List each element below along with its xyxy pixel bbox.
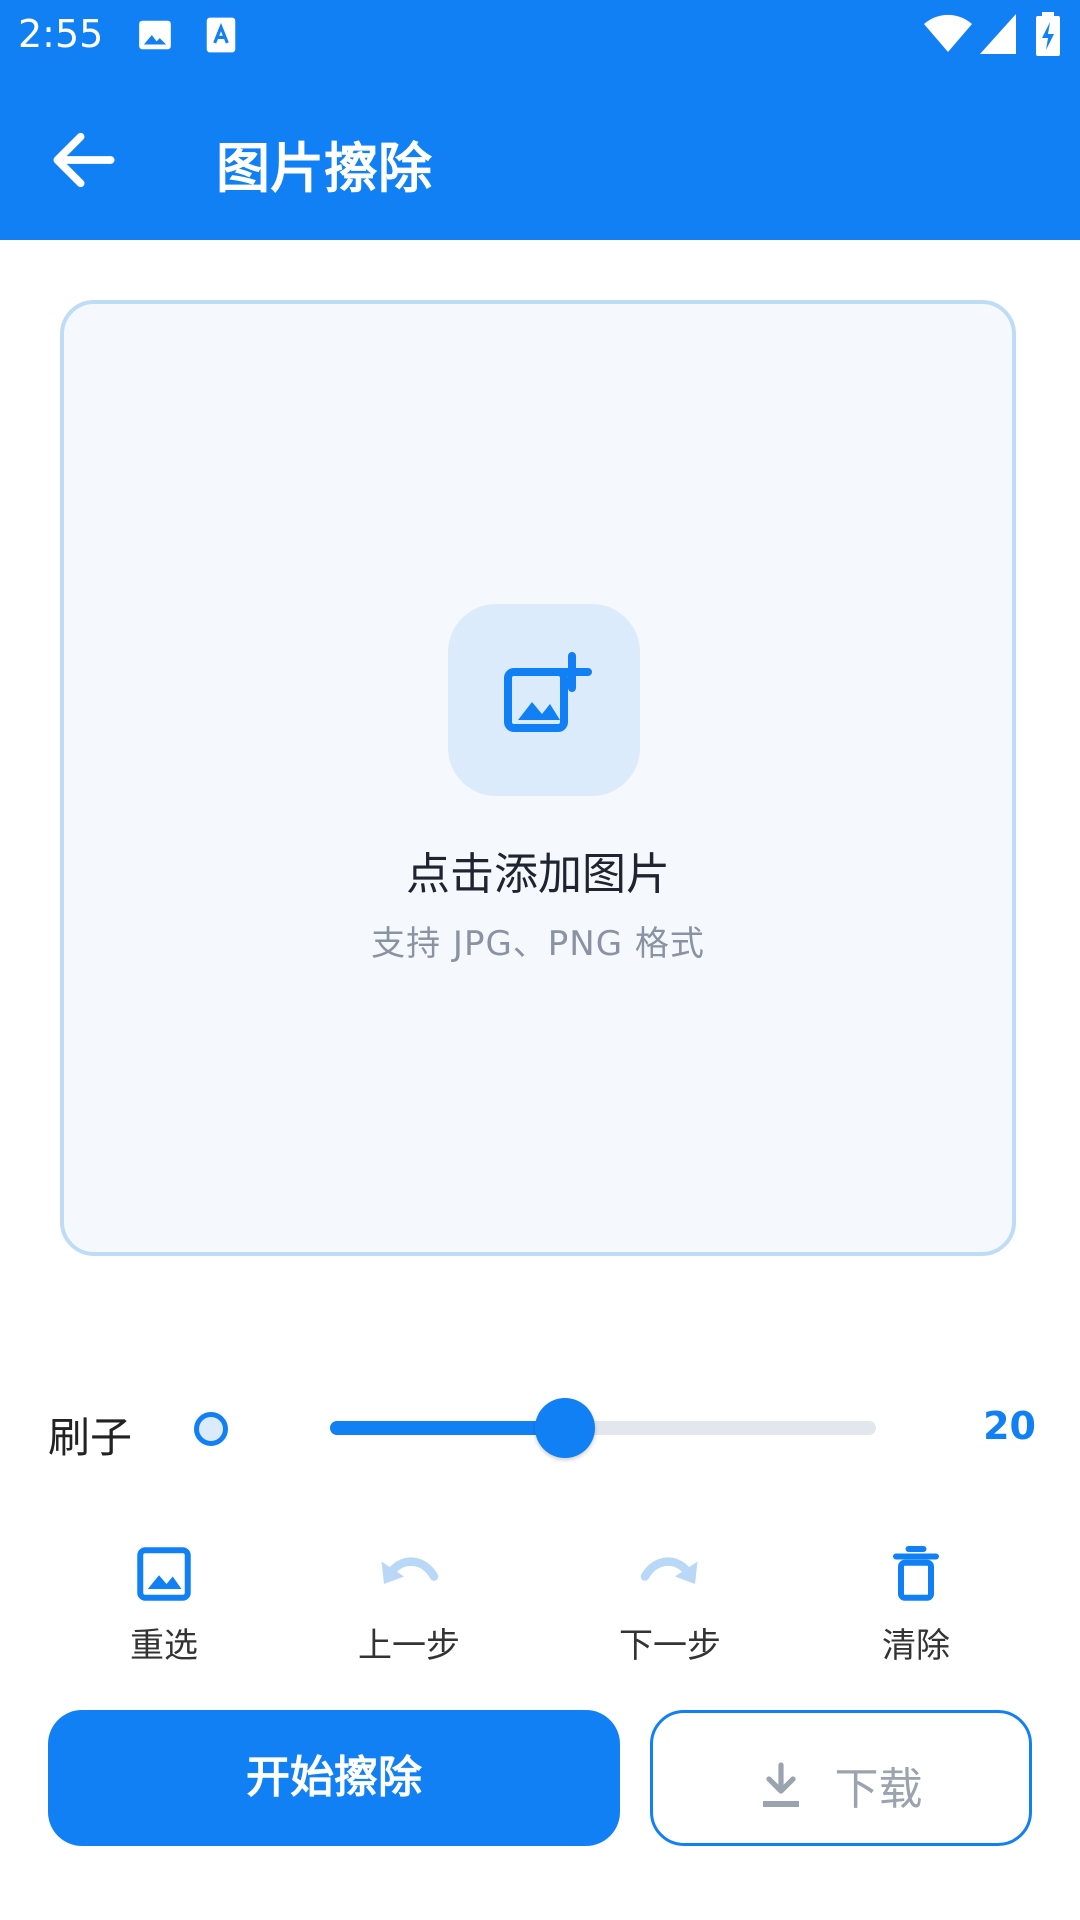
clear-label: 清除	[882, 1626, 950, 1666]
arrow-left-icon	[53, 132, 115, 188]
page-title: 图片擦除	[216, 137, 432, 200]
slider-fill	[330, 1421, 565, 1435]
brush-size-slider[interactable]	[330, 1398, 876, 1458]
image-icon	[137, 1547, 191, 1601]
app-bar: 图片擦除	[0, 72, 1080, 240]
reselect-button[interactable]: 重选	[64, 1544, 264, 1674]
clear-button[interactable]: 清除	[816, 1544, 1016, 1674]
add-photo-icon	[504, 652, 592, 732]
supported-formats-text: 支持 JPG、PNG 格式	[371, 924, 705, 964]
reselect-label: 重选	[130, 1626, 198, 1666]
download-icon	[763, 1762, 800, 1807]
add-image-title: 点击添加图片	[406, 849, 670, 900]
slider-thumb[interactable]	[534, 1398, 595, 1458]
trash-icon	[893, 1546, 939, 1601]
image-canvas[interactable]: 点击添加图片 支持 JPG、PNG 格式	[60, 300, 1016, 1256]
redo-button[interactable]: 下一步	[570, 1544, 770, 1674]
back-button[interactable]	[44, 120, 124, 200]
start-erase-button[interactable]: 开始擦除	[48, 1710, 620, 1846]
undo-button[interactable]: 上一步	[309, 1544, 509, 1674]
gallery-notification-icon	[136, 16, 174, 58]
brush-size-value: 20	[983, 1404, 1036, 1448]
text-notification-icon	[204, 16, 238, 58]
redo-icon	[640, 1557, 698, 1584]
brush-size-preview	[194, 1412, 228, 1446]
download-button[interactable]: 下载	[650, 1710, 1032, 1846]
brush-label: 刷子	[48, 1413, 133, 1462]
wifi-icon	[924, 14, 972, 58]
download-label: 下载	[834, 1764, 923, 1815]
signal-icon	[980, 14, 1016, 58]
redo-label: 下一步	[619, 1626, 721, 1666]
add-image-button[interactable]	[448, 604, 640, 796]
status-bar: 2:55	[0, 0, 1080, 72]
undo-label: 上一步	[358, 1626, 460, 1666]
status-time: 2:55	[18, 12, 104, 56]
battery-icon	[1036, 12, 1060, 60]
undo-icon	[381, 1557, 439, 1584]
